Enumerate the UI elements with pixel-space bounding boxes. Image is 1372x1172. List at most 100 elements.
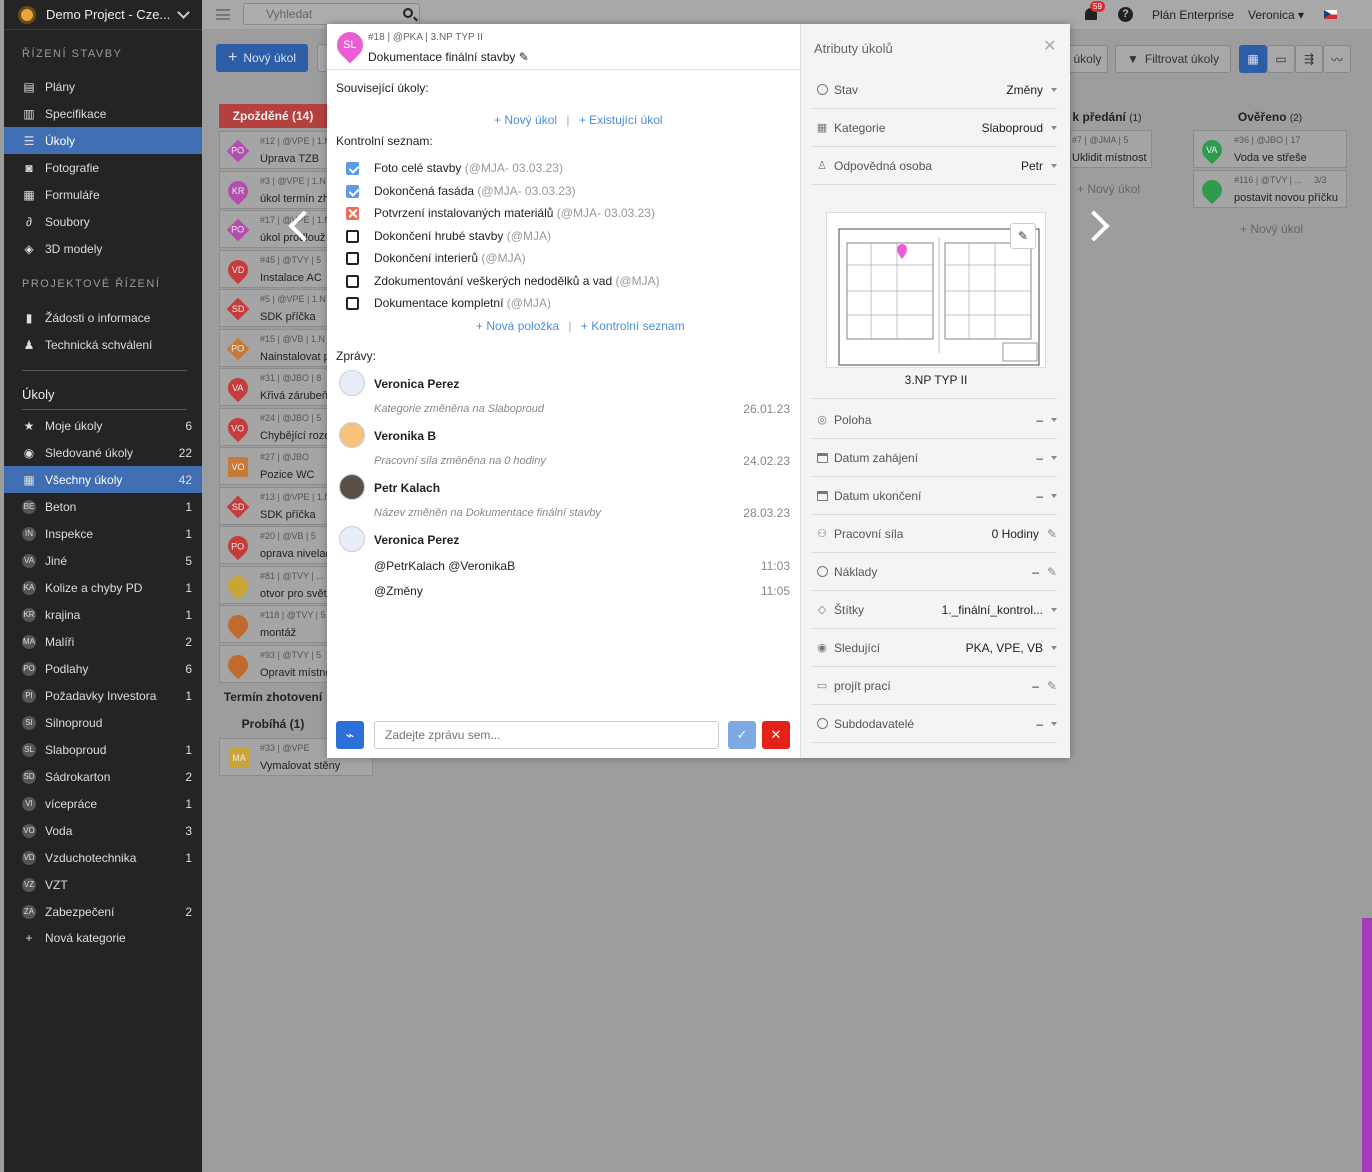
pencil-icon[interactable]: ✎	[519, 50, 529, 64]
category-item[interactable]: SL Slaboproud 1	[4, 736, 202, 763]
plan-thumbnail[interactable]: ✎	[826, 212, 1046, 368]
pencil-icon[interactable]: ✎	[1047, 527, 1057, 541]
new-task-button[interactable]: + Nový úkol	[216, 44, 308, 72]
sidebar-item-specifikace[interactable]: ▥ Specifikace	[4, 100, 202, 127]
category-item[interactable]: VI vícepráce 1	[4, 790, 202, 817]
grid-view-icon[interactable]: ▦	[1239, 45, 1267, 73]
category-item[interactable]: VZ VZT	[4, 871, 202, 898]
category-item[interactable]: IN Inspekce 1	[4, 520, 202, 547]
filter-tasks-button[interactable]: ▼ Filtrovat úkoly	[1115, 45, 1231, 73]
category-item[interactable]: SD Sádrokarton 2	[4, 763, 202, 790]
checklist-checkbox[interactable]	[346, 274, 359, 288]
checklist-checkbox[interactable]	[346, 229, 359, 243]
category-item[interactable]: BE Beton 1	[4, 493, 202, 520]
sidebar-item-plány[interactable]: ▤ Plány	[4, 73, 202, 100]
filter-item[interactable]: ★ Moje úkoly 6	[4, 412, 202, 439]
checklist-checkbox[interactable]	[346, 252, 359, 265]
attribute-stav[interactable]: Stav Změny	[811, 71, 1057, 109]
category-item[interactable]: SI Silnoproud	[4, 709, 202, 736]
category-item[interactable]: ZA Zabezpečení 2	[4, 898, 202, 925]
category-label: Malíři	[45, 634, 75, 649]
new-category-button[interactable]: + Nová kategorie	[4, 924, 202, 951]
existing-task-link[interactable]: + Existující úkol	[579, 113, 663, 127]
category-item[interactable]: PI Požadavky Investora 1	[4, 682, 202, 709]
cancel-x-icon[interactable]: ✕	[762, 721, 790, 749]
category-item[interactable]: KR krajina 1	[4, 601, 202, 628]
pencil-icon[interactable]: ✎	[1047, 679, 1057, 693]
attribute-datum-zahájení[interactable]: Datum zahájení –	[811, 439, 1057, 477]
caret-down-icon[interactable]	[1051, 645, 1057, 650]
checklist-checkbox[interactable]	[346, 297, 359, 310]
column-verified-title: Ověřeno	[1237, 110, 1287, 124]
user-menu[interactable]: Veronica ▾	[1248, 8, 1304, 22]
plan-link[interactable]: Plán Enterprise	[1152, 8, 1234, 22]
gantt-view-icon[interactable]: ⇶	[1295, 45, 1323, 73]
category-item[interactable]: VD Vzduchotechnika 1	[4, 844, 202, 871]
caret-down-icon[interactable]	[1051, 87, 1057, 92]
checklist-checkbox[interactable]	[346, 184, 359, 198]
pencil-icon[interactable]: ✎	[1047, 565, 1057, 579]
category-item[interactable]: MA Malíři 2	[4, 628, 202, 655]
filter-item[interactable]: ▦ Všechny úkoly 42	[4, 466, 202, 493]
category-item[interactable]: KA Kolize a chyby PD 1	[4, 574, 202, 601]
send-check-icon[interactable]: ✓	[728, 721, 756, 749]
category-label: vícepráce	[45, 796, 98, 811]
sidebar-item-fotografie[interactable]: ◙ Fotografie	[4, 154, 202, 181]
caret-down-icon[interactable]	[1051, 721, 1057, 726]
attribute-náklady[interactable]: Náklady – ✎	[811, 553, 1057, 591]
caret-down-icon[interactable]	[1051, 163, 1057, 168]
add-task-link[interactable]: + Nový úkol	[1077, 182, 1140, 196]
new-item-link[interactable]: + Nová položka	[476, 319, 559, 333]
attribute-sledující[interactable]: ◉ Sledující PKA, VPE, VB	[811, 629, 1057, 667]
checklist-item-text: Dokumentace kompletní	[374, 296, 504, 310]
attribute-odpovědná-osoba[interactable]: ♙ Odpovědná osoba Petr	[811, 147, 1057, 185]
sidebar-item-žádosti-o-informace[interactable]: ▮ Žádosti o informace	[4, 304, 202, 331]
caret-down-icon[interactable]	[1051, 417, 1057, 422]
checklist-checkbox[interactable]	[346, 162, 359, 175]
attribute-datum-ukončení[interactable]: Datum ukončení –	[811, 477, 1057, 515]
category-item[interactable]: PO Podlahy 6	[4, 655, 202, 682]
message-input[interactable]	[374, 721, 719, 749]
caret-down-icon[interactable]	[1051, 493, 1057, 498]
caret-down-icon[interactable]	[1051, 607, 1057, 612]
filter-item[interactable]: ◉ Sledované úkoly 22	[4, 439, 202, 466]
attribute-projít-prací[interactable]: ▭ projít prací – ✎	[811, 667, 1057, 705]
attribute-kategorie[interactable]: ▦ Kategorie Slaboproud	[811, 109, 1057, 147]
attribute-poloha[interactable]: ◎ Poloha –	[811, 401, 1057, 439]
sidebar-item-úkoly[interactable]: ☰ Úkoly	[4, 127, 202, 154]
tasks-view-button[interactable]: úkoly	[1068, 45, 1108, 73]
caret-down-icon[interactable]	[1051, 455, 1057, 460]
edit-plan-pencil-icon[interactable]: ✎	[1010, 223, 1036, 249]
attribute-pracovní-síla[interactable]: ⚇ Pracovní síla 0 Hodiny ✎	[811, 515, 1057, 553]
category-item[interactable]: VO Voda 3	[4, 817, 202, 844]
new-checklist-link[interactable]: + Kontrolní seznam	[581, 319, 685, 333]
close-icon[interactable]: ✕	[1043, 36, 1056, 56]
sidebar-item-technická-schválení[interactable]: ♟ Technická schválení	[4, 331, 202, 358]
menu-icon[interactable]	[216, 9, 230, 20]
category-item[interactable]: VA Jiné 5	[4, 547, 202, 574]
search-input[interactable]: Vyhledat	[243, 3, 420, 25]
attribute-subdodavatelé[interactable]: Subdodavatelé –	[811, 705, 1057, 743]
sidebar-item-formuláře[interactable]: ▦ Formuláře	[4, 181, 202, 208]
czech-flag-icon[interactable]	[1324, 10, 1337, 19]
chart-view-icon[interactable]: 〰	[1323, 45, 1351, 73]
help-icon[interactable]: ?	[1118, 7, 1133, 22]
calendar-view-icon[interactable]: ▭	[1267, 45, 1295, 73]
attach-icon[interactable]: ⌁	[336, 721, 364, 749]
task-card[interactable]: VA #36 | @JBO | 17 Voda ve střeše	[1193, 130, 1347, 168]
add-task-link[interactable]: + Nový úkol	[1240, 222, 1303, 236]
caret-down-icon[interactable]	[1051, 125, 1057, 130]
attribute-štítky[interactable]: ◇ Štítky 1._finální_kontrol...	[811, 591, 1057, 629]
task-card[interactable]: #116 | @TVY | ... 3/3 postavit novou pří…	[1193, 170, 1347, 208]
checklist-checkbox[interactable]	[346, 207, 359, 220]
sidebar-item-3d-modely[interactable]: ◈ 3D modely	[4, 235, 202, 262]
new-related-task-link[interactable]: + Nový úkol	[494, 113, 557, 127]
project-name: Demo Project - Cze...	[46, 7, 171, 22]
plus-icon: +	[25, 930, 33, 945]
next-arrow-icon[interactable]	[1078, 210, 1110, 242]
task-title[interactable]: Dokumentace finální stavby ✎	[368, 50, 529, 64]
sidebar-item-soubory[interactable]: ∂ Soubory	[4, 208, 202, 235]
search-icon[interactable]	[403, 8, 413, 18]
task-card[interactable]: #7 | @JMA | 5 Uklidit místnost	[1070, 130, 1152, 168]
project-selector[interactable]: Demo Project - Cze...	[4, 0, 202, 30]
